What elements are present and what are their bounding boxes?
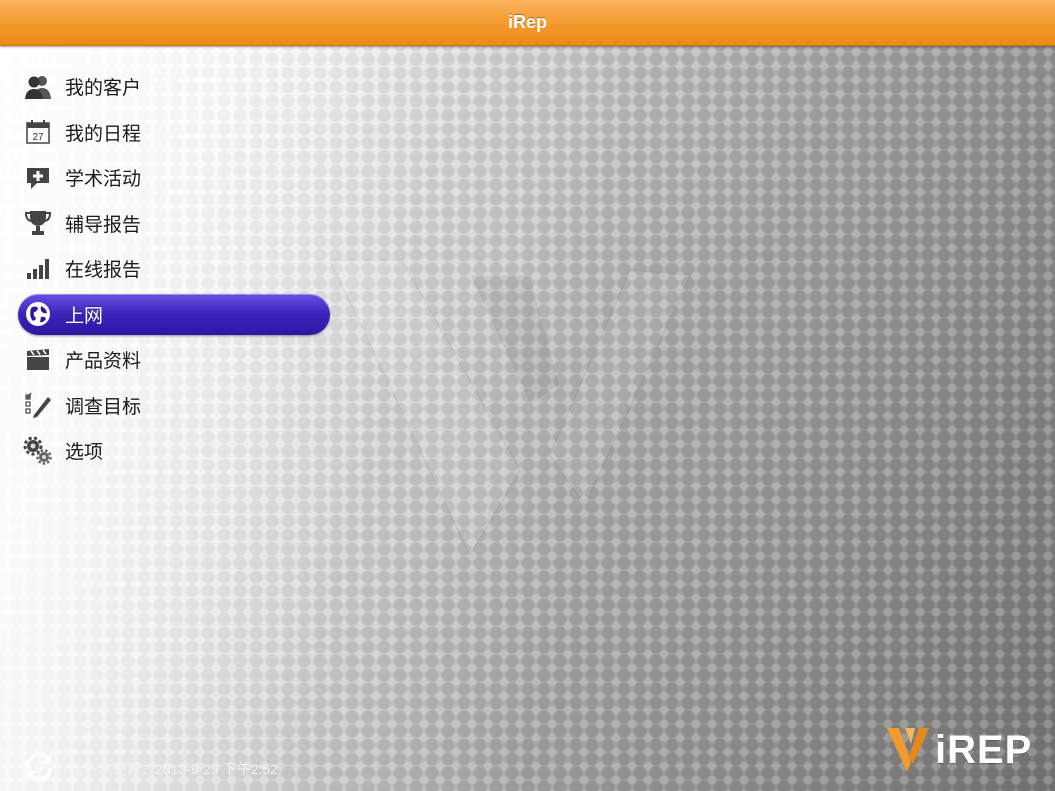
- menu-item-label: 上网: [65, 304, 104, 327]
- menu-item-label: 我的日程: [65, 122, 142, 145]
- last-update-text: 上一次更新：2013-9-29 下午2:52: [71, 761, 278, 777]
- footer-status: 上一次更新：2013-9-29 下午2:52: [22, 752, 278, 786]
- menu-item-academic-activities[interactable]: 学术活动: [18, 157, 330, 198]
- gears-icon: [23, 436, 53, 466]
- main-menu: 我的客户 27 我的日程 学术活动 辅导报告 在线报告 上网 产品资料 调查目标…: [18, 66, 330, 476]
- menu-item-label: 产品资料: [65, 350, 142, 372]
- menu-item-label: 辅导报告: [65, 213, 142, 236]
- menu-item-my-clients[interactable]: 我的客户: [18, 66, 330, 107]
- menu-item-survey-targets[interactable]: 调查目标: [18, 385, 330, 426]
- calendar-icon: 27: [23, 117, 53, 147]
- clapperboard-icon: [23, 345, 53, 375]
- menu-item-browse-web[interactable]: 上网: [18, 293, 330, 335]
- svg-text:27: 27: [32, 132, 44, 143]
- menu-item-product-materials[interactable]: 产品资料: [18, 339, 330, 380]
- brand-logo: iREP: [885, 726, 1032, 774]
- menu-item-my-schedule[interactable]: 27 我的日程: [18, 112, 330, 153]
- menu-item-options[interactable]: 选项: [18, 430, 330, 471]
- menu-item-label: 调查目标: [65, 395, 142, 418]
- menu-item-coaching-report[interactable]: 辅导报告: [18, 203, 330, 244]
- bar-chart-icon: [23, 254, 53, 284]
- trophy-icon: [23, 208, 53, 238]
- menu-item-label: 我的客户: [65, 77, 142, 99]
- brand-v-icon: [887, 728, 929, 772]
- watermark-logo: [330, 259, 691, 555]
- menu-item-label: 选项: [65, 441, 104, 463]
- globe-icon: [23, 299, 53, 329]
- title-bar: iRep: [0, 0, 1055, 46]
- menu-item-online-report[interactable]: 在线报告: [18, 248, 330, 289]
- menu-item-label: 学术活动: [65, 168, 142, 190]
- app-title: iRep: [507, 12, 547, 32]
- menu-item-label: 在线报告: [65, 259, 142, 281]
- checklist-pencil-icon: [23, 390, 53, 420]
- brand-name: iREP: [935, 727, 1033, 772]
- people-icon: [23, 72, 53, 102]
- speech-plus-icon: [23, 163, 53, 193]
- sync-icon[interactable]: [22, 752, 56, 786]
